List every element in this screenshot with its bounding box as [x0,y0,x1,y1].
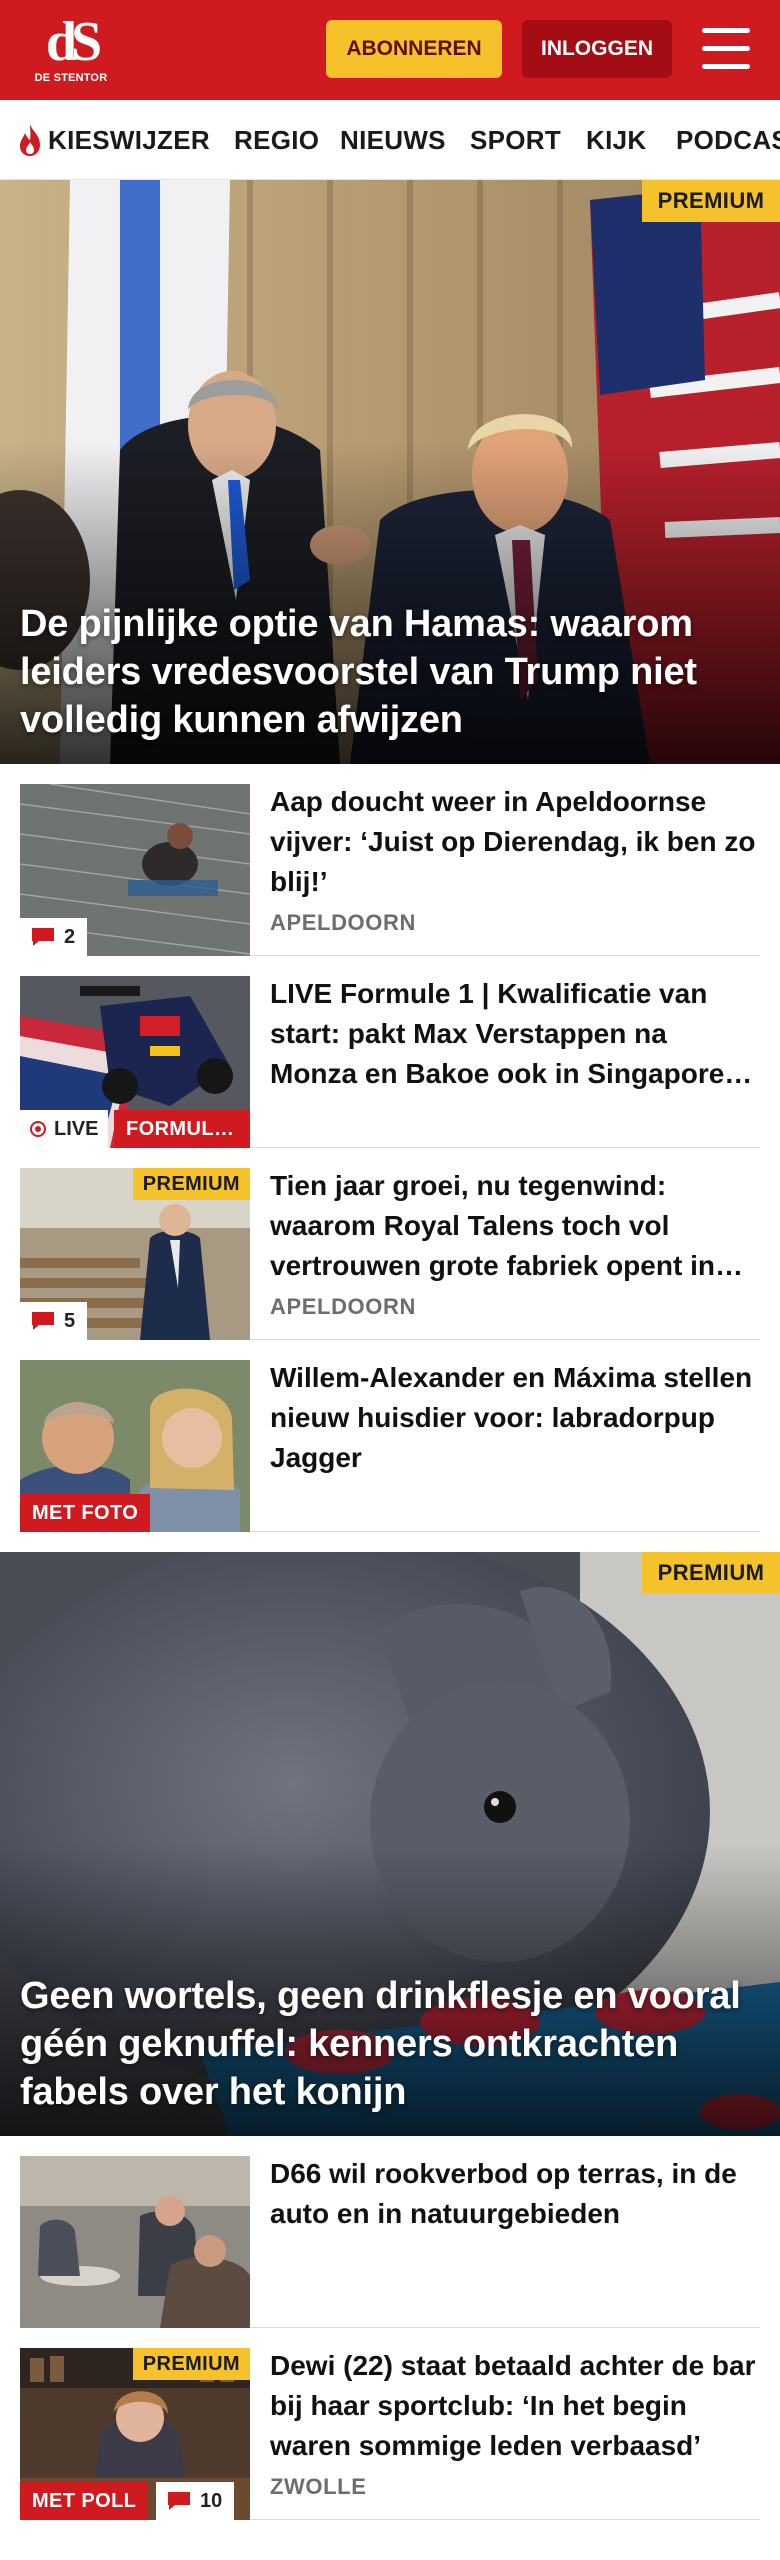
list-item[interactable]: PREMIUM MET POLL 10 Dewi (22) staat beta… [20,2328,760,2520]
comments-badge[interactable]: 10 [156,2482,235,2520]
premium-badge: PREMIUM [642,1552,780,1594]
hero-article[interactable]: PREMIUM Geen wortels, geen drinkflesje e… [0,1552,780,2136]
list-item[interactable]: 2 Aap doucht weer in Apeldoornse vijver:… [20,764,760,956]
list-item[interactable]: PREMIUM 5 Tien jaar groei, nu tegenwind:… [20,1148,760,1340]
nav-item-nieuws[interactable]: NIEUWS [340,100,446,179]
premium-badge: PREMIUM [132,1168,250,1200]
nav-item-regio[interactable]: REGIO [234,100,319,179]
hamburger-menu-icon[interactable] [700,26,752,72]
article-location: ZWOLLE [270,2474,367,2499]
article-title: Willem-Alexander en Máxima stellen nieuw… [270,1362,753,1473]
comment-icon [168,2492,190,2510]
list-item[interactable]: D66 wil rookverbod op terras, in de auto… [20,2136,760,2328]
comments-count: 2 [64,925,76,948]
nav-item-podcast[interactable]: PODCAS [676,100,780,179]
hero-article[interactable]: PREMIUM De pijnlijke optie van Hamas: wa… [0,180,780,764]
live-label: LIVE [54,1117,99,1140]
logo-mark: dS [45,11,102,73]
live-dot-icon [30,1121,46,1137]
hero-title: De pijnlijke optie van Hamas: waarom lei… [20,603,697,741]
photo-tag: MET FOTO [20,1494,151,1532]
article-location: APELDOORN [270,1294,416,1319]
nav-item-kieswijzer[interactable]: KIESWIJZER [16,100,210,179]
article-thumbnail [20,2156,250,2328]
comments-count: 5 [64,1309,76,1332]
list-item[interactable]: MET FOTO Willem-Alexander en Máxima stel… [20,1340,760,1532]
premium-badge: PREMIUM [642,180,780,222]
article-location: APELDOORN [270,910,416,935]
site-logo[interactable]: dS DE STENTOR [30,14,112,86]
category-tag: FORMULE 1 [114,1110,250,1148]
site-header: dS DE STENTOR ABONNEREN INLOGGEN [0,0,780,100]
subscribe-button[interactable]: ABONNEREN [326,20,502,78]
login-button[interactable]: INLOGGEN [522,20,672,78]
comments-count: 10 [200,2489,223,2512]
category-label: FORMULE 1 [126,1117,238,1140]
logo-text: DE STENTOR [34,72,108,84]
section-nav: KIESWIJZER REGIO NIEUWS SPORT KIJK PODCA… [0,100,780,180]
poll-tag: MET POLL [20,2482,149,2520]
nav-item-kijk[interactable]: KIJK [586,100,646,179]
article-title: Tien jaar groei, nu tegenwind: waarom Ro… [270,1170,715,1281]
article-title: Dewi (22) staat betaald achter de bar bi… [270,2350,756,2461]
comment-icon [32,1312,54,1330]
hero-title: Geen wortels, geen drinkflesje en vooral… [20,1975,741,2113]
nav-item-sport[interactable]: SPORT [470,100,561,179]
comments-badge[interactable]: 2 [20,918,88,956]
article-title: D66 wil rookverbod op terras, in de auto… [270,2158,737,2229]
article-photo [20,2156,250,2328]
comments-badge[interactable]: 5 [20,1302,88,1340]
article-title: Aap doucht weer in Apeldoornse vijver: ‘… [270,786,756,897]
article-title: LIVE Formule 1 | Kwalificatie van start:… [270,978,725,1089]
live-badge: LIVE [20,1110,109,1148]
premium-badge: PREMIUM [132,2348,250,2380]
flame-icon [20,124,40,156]
nav-label: KIESWIJZER [48,124,210,155]
comment-icon [32,928,54,946]
list-item[interactable]: LIVE FORMULE 1 LIVE Formule 1 | Kwalific… [20,956,760,1148]
